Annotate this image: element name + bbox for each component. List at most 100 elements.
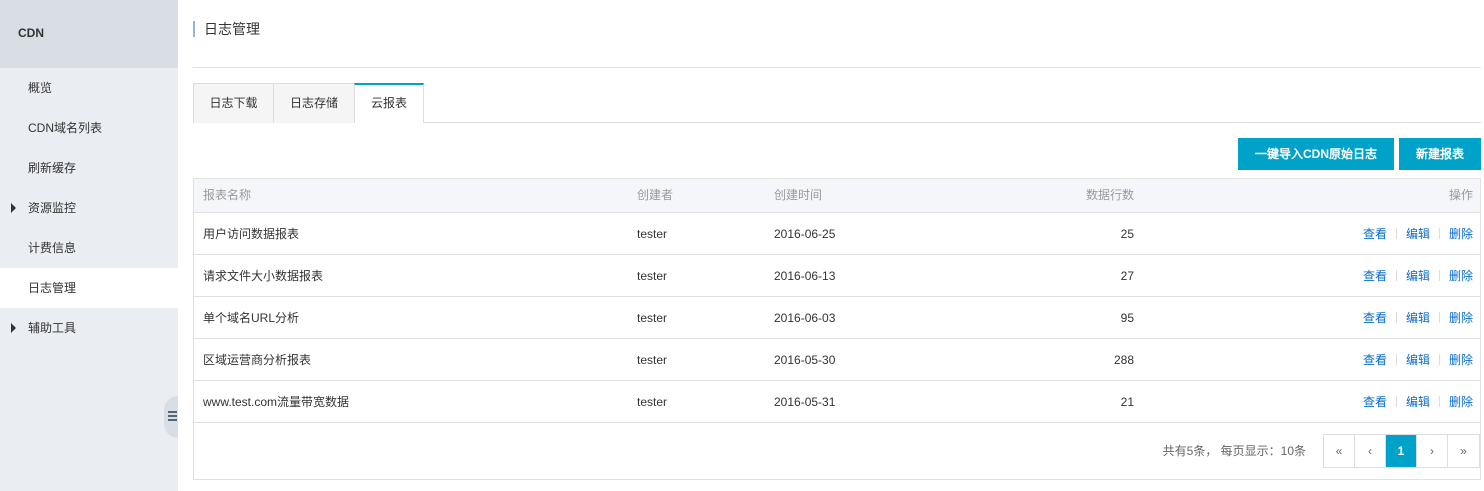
sidebar-item-refresh-cache[interactable]: 刷新缓存 [0,148,178,188]
report-name: www.test.com流量带宽数据 [203,395,350,409]
title-divider [193,67,1481,68]
report-row-count: 21 [1120,395,1134,409]
view-link[interactable]: 查看 [1363,395,1387,409]
action-divider [1438,228,1440,239]
report-row-count: 95 [1120,311,1134,325]
last-page-button[interactable]: » [1448,435,1479,467]
delete-link[interactable]: 删除 [1449,269,1473,283]
row-actions: 查看 编辑 删除 [1363,297,1473,339]
action-divider [1438,354,1440,365]
pagination-info: 共有5条， 每页显示：10条 [1162,444,1306,458]
report-row-count: 25 [1120,227,1134,241]
app-root: CDN 概览 CDN域名列表 刷新缓存 资源监控 计费信息 日志管理 辅助工具 … [0,0,1484,491]
header-creator: 创建者 [637,188,674,202]
edit-link[interactable]: 编辑 [1406,311,1430,325]
sidebar-title: CDN [0,0,178,68]
table-body: 用户访问数据报表 tester 2016-06-25 25 查看 编辑 删除 请求文件大小数据… [194,213,1480,423]
caret-right-icon [11,323,16,333]
report-name: 单个域名URL分析 [203,311,300,325]
table-footer: 共有5条， 每页显示：10条 « ‹ 1 › » [194,423,1480,479]
report-name: 区域运营商分析报表 [203,353,312,367]
report-name: 请求文件大小数据报表 [203,269,324,283]
new-report-button[interactable]: 新建报表 [1399,138,1481,170]
sidebar-item-label: 概览 [28,81,53,95]
report-created-time: 2016-05-30 [774,353,836,367]
row-actions: 查看 编辑 删除 [1363,255,1473,297]
sidebar-nav: 概览 CDN域名列表 刷新缓存 资源监控 计费信息 日志管理 辅助工具 [0,68,178,348]
action-divider [1395,396,1397,407]
header-ops: 操作 [1448,188,1473,202]
view-link[interactable]: 查看 [1363,311,1387,325]
sidebar-item-log-management[interactable]: 日志管理 [0,268,178,308]
table-row: 请求文件大小数据报表 tester 2016-06-13 27 查看 编辑 删除 [194,255,1480,297]
report-created-time: 2016-05-31 [774,395,836,409]
action-divider [1438,312,1440,323]
delete-link[interactable]: 删除 [1449,395,1473,409]
import-cdn-log-button[interactable]: 一键导入CDN原始日志 [1238,138,1394,170]
row-actions: 查看 编辑 删除 [1363,213,1473,255]
first-page-button[interactable]: « [1324,435,1355,467]
table-header: 报表名称 创建者 创建时间 数据行数 操作 [194,179,1480,213]
table-row: 用户访问数据报表 tester 2016-06-25 25 查看 编辑 删除 [194,213,1480,255]
tab-cloud-report[interactable]: 云报表 [354,83,424,123]
sidebar-item-label: 资源监控 [28,201,77,215]
sidebar: CDN 概览 CDN域名列表 刷新缓存 资源监控 计费信息 日志管理 辅助工具 [0,0,178,491]
report-created-time: 2016-06-13 [774,269,836,283]
action-divider [1438,270,1440,281]
report-created-time: 2016-06-03 [774,311,836,325]
header-time: 创建时间 [774,188,823,202]
delete-link[interactable]: 删除 [1449,353,1473,367]
pagination: « ‹ 1 › » [1323,434,1480,468]
report-row-count: 27 [1120,269,1134,283]
view-link[interactable]: 查看 [1363,227,1387,241]
page-title: 日志管理 [193,21,260,37]
row-actions: 查看 编辑 删除 [1363,381,1473,423]
sidebar-item-tools[interactable]: 辅助工具 [0,308,178,348]
main-content: 日志管理 日志下载 日志存储 云报表 一键导入CDN原始日志 新建报表 报表名称… [193,0,1481,491]
table-row: www.test.com流量带宽数据 tester 2016-05-31 21 查看 编辑… [194,381,1480,423]
sidebar-item-label: 日志管理 [28,281,77,295]
report-created-time: 2016-06-25 [774,227,836,241]
table-row: 单个域名URL分析 tester 2016-06-03 95 查看 编辑 删除 [194,297,1480,339]
header-name: 报表名称 [203,188,252,202]
view-link[interactable]: 查看 [1363,269,1387,283]
action-divider [1438,396,1440,407]
sidebar-item-label: CDN域名列表 [28,121,102,135]
header-rows: 数据行数 [1085,188,1134,202]
view-link[interactable]: 查看 [1363,353,1387,367]
sidebar-item-overview[interactable]: 概览 [0,68,178,108]
prev-page-button[interactable]: ‹ [1355,435,1386,467]
caret-right-icon [11,203,16,213]
table-row: 区域运营商分析报表 tester 2016-05-30 288 查看 编辑 删除 [194,339,1480,381]
edit-link[interactable]: 编辑 [1406,353,1430,367]
next-page-button[interactable]: › [1417,435,1448,467]
tab-bar: 日志下载 日志存储 云报表 [193,83,1481,123]
delete-link[interactable]: 删除 [1449,311,1473,325]
row-actions: 查看 编辑 删除 [1363,339,1473,381]
sidebar-item-label: 刷新缓存 [28,161,77,175]
report-creator: tester [637,227,668,241]
report-creator: tester [637,311,668,325]
sidebar-item-label: 辅助工具 [28,321,77,335]
report-creator: tester [637,353,668,367]
sidebar-item-resource-monitor[interactable]: 资源监控 [0,188,178,228]
action-divider [1395,312,1397,323]
report-name: 用户访问数据报表 [203,227,300,241]
action-divider [1395,228,1397,239]
tab-log-storage[interactable]: 日志存储 [273,83,355,123]
edit-link[interactable]: 编辑 [1406,227,1430,241]
sidebar-collapse-handle[interactable] [164,396,178,438]
menu-icon [168,411,177,421]
sidebar-item-billing[interactable]: 计费信息 [0,228,178,268]
sidebar-item-domain-list[interactable]: CDN域名列表 [0,108,178,148]
edit-link[interactable]: 编辑 [1406,395,1430,409]
action-divider [1395,270,1397,281]
action-divider [1395,354,1397,365]
delete-link[interactable]: 删除 [1449,227,1473,241]
edit-link[interactable]: 编辑 [1406,269,1430,283]
sidebar-item-label: 计费信息 [28,241,77,255]
page-1-button[interactable]: 1 [1386,435,1417,467]
report-creator: tester [637,395,668,409]
report-row-count: 288 [1113,353,1134,367]
tab-log-download[interactable]: 日志下载 [193,83,274,123]
